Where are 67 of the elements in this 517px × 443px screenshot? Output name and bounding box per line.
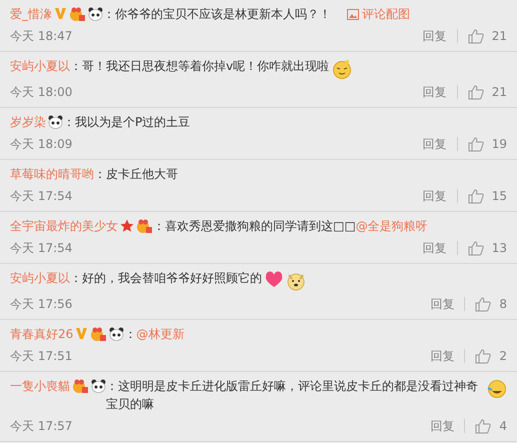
comment-time: 今天 17:56 [10, 296, 74, 313]
thumbs-up-icon [468, 240, 484, 256]
like-button[interactable]: 4 [475, 417, 507, 435]
dog-icon [286, 271, 306, 291]
like-button[interactable]: 2 [475, 347, 507, 365]
like-button[interactable]: 19 [468, 135, 507, 153]
reply-link[interactable]: 回复 [422, 137, 458, 151]
reply-link[interactable]: 回复 [422, 241, 458, 255]
thumbs-up-icon [475, 296, 492, 312]
username[interactable]: 青春真好26 [10, 325, 74, 343]
star-icon [120, 219, 134, 233]
comment-time: 今天 18:47 [10, 28, 74, 45]
medal-icon [136, 219, 153, 234]
comment-text: ：喜欢秀恩爱撒狗粮的同学请到这□□ [153, 218, 356, 235]
comment-time: 今天 18:00 [10, 84, 74, 101]
username[interactable]: 一隻小喪貓 [10, 377, 70, 395]
comment-text: ：皮卡丘他大哥 [94, 166, 178, 183]
panda-icon [91, 379, 106, 393]
reply-link[interactable]: 回复 [422, 29, 458, 43]
comment-time: 今天 17:54 [10, 188, 74, 205]
reply-link[interactable]: 回复 [430, 349, 466, 363]
emoji-icon [331, 59, 354, 79]
reply-link[interactable]: 回复 [430, 297, 466, 311]
mention-link[interactable]: @林更新 [136, 325, 184, 343]
reply-link[interactable]: 回复 [422, 189, 458, 203]
like-button[interactable]: 21 [468, 83, 507, 101]
thumbs-up-icon [468, 188, 484, 204]
panda-icon [88, 7, 103, 21]
comment-time: 今天 18:09 [10, 136, 74, 153]
thumbs-up-icon [475, 348, 492, 364]
comment-text: ：你爷爷的宝贝不应该是林更新本人吗？！ [103, 6, 331, 23]
username[interactable]: 草莓味的晴哥哟 [10, 165, 94, 183]
image-icon [347, 9, 359, 20]
username[interactable]: 岁岁染 [10, 113, 46, 131]
comment-text: ： [124, 326, 136, 343]
medal-icon [69, 7, 86, 22]
like-button[interactable]: 15 [468, 187, 507, 205]
reply-link[interactable]: 回复 [430, 419, 466, 433]
like-button[interactable]: 21 [468, 27, 507, 45]
thumbs-up-icon [468, 28, 484, 44]
thumbs-up-icon [475, 418, 492, 434]
heart-icon [264, 271, 284, 289]
laughing-emoji-icon [485, 379, 507, 399]
panda-icon [109, 327, 124, 341]
mention-link[interactable]: @全是狗粮呀 [356, 217, 428, 235]
comment-text: ：好的，我会替咱爷爷好好照顾它的 [70, 270, 262, 287]
panda-icon [48, 115, 63, 129]
comment-time: 今天 17:51 [10, 348, 74, 365]
thumbs-up-icon [468, 136, 484, 152]
medal-icon [72, 379, 89, 394]
username[interactable]: 安屿小夏以 [10, 269, 70, 287]
reply-link[interactable]: 回复 [422, 85, 458, 99]
verified-v-icon [75, 327, 88, 340]
comment-text: ：这明明是皮卡丘进化版雷丘好嘛，评论里说皮卡丘的都是没看过神奇宝贝的嘛 [106, 378, 479, 413]
username[interactable]: 安屿小夏以 [10, 57, 70, 75]
like-button[interactable]: 8 [475, 295, 507, 313]
comment-text: ：哥！我还日思夜想等着你掉v呢！你咋就出现啦 [70, 58, 330, 75]
comment-text: ：我以为是个P过的土豆 [63, 114, 190, 131]
username[interactable]: 全宇宙最炸的美少女 [10, 217, 118, 235]
like-button[interactable]: 13 [468, 239, 507, 257]
verified-v-icon [54, 7, 67, 20]
username[interactable]: 爱_惜潒 [10, 5, 52, 23]
thumbs-up-icon [468, 84, 484, 100]
comment-time: 今天 17:57 [10, 418, 74, 435]
comment-image-link[interactable]: 评论配图 [345, 5, 410, 23]
medal-icon [90, 327, 108, 342]
comment-time: 今天 17:54 [10, 240, 74, 257]
